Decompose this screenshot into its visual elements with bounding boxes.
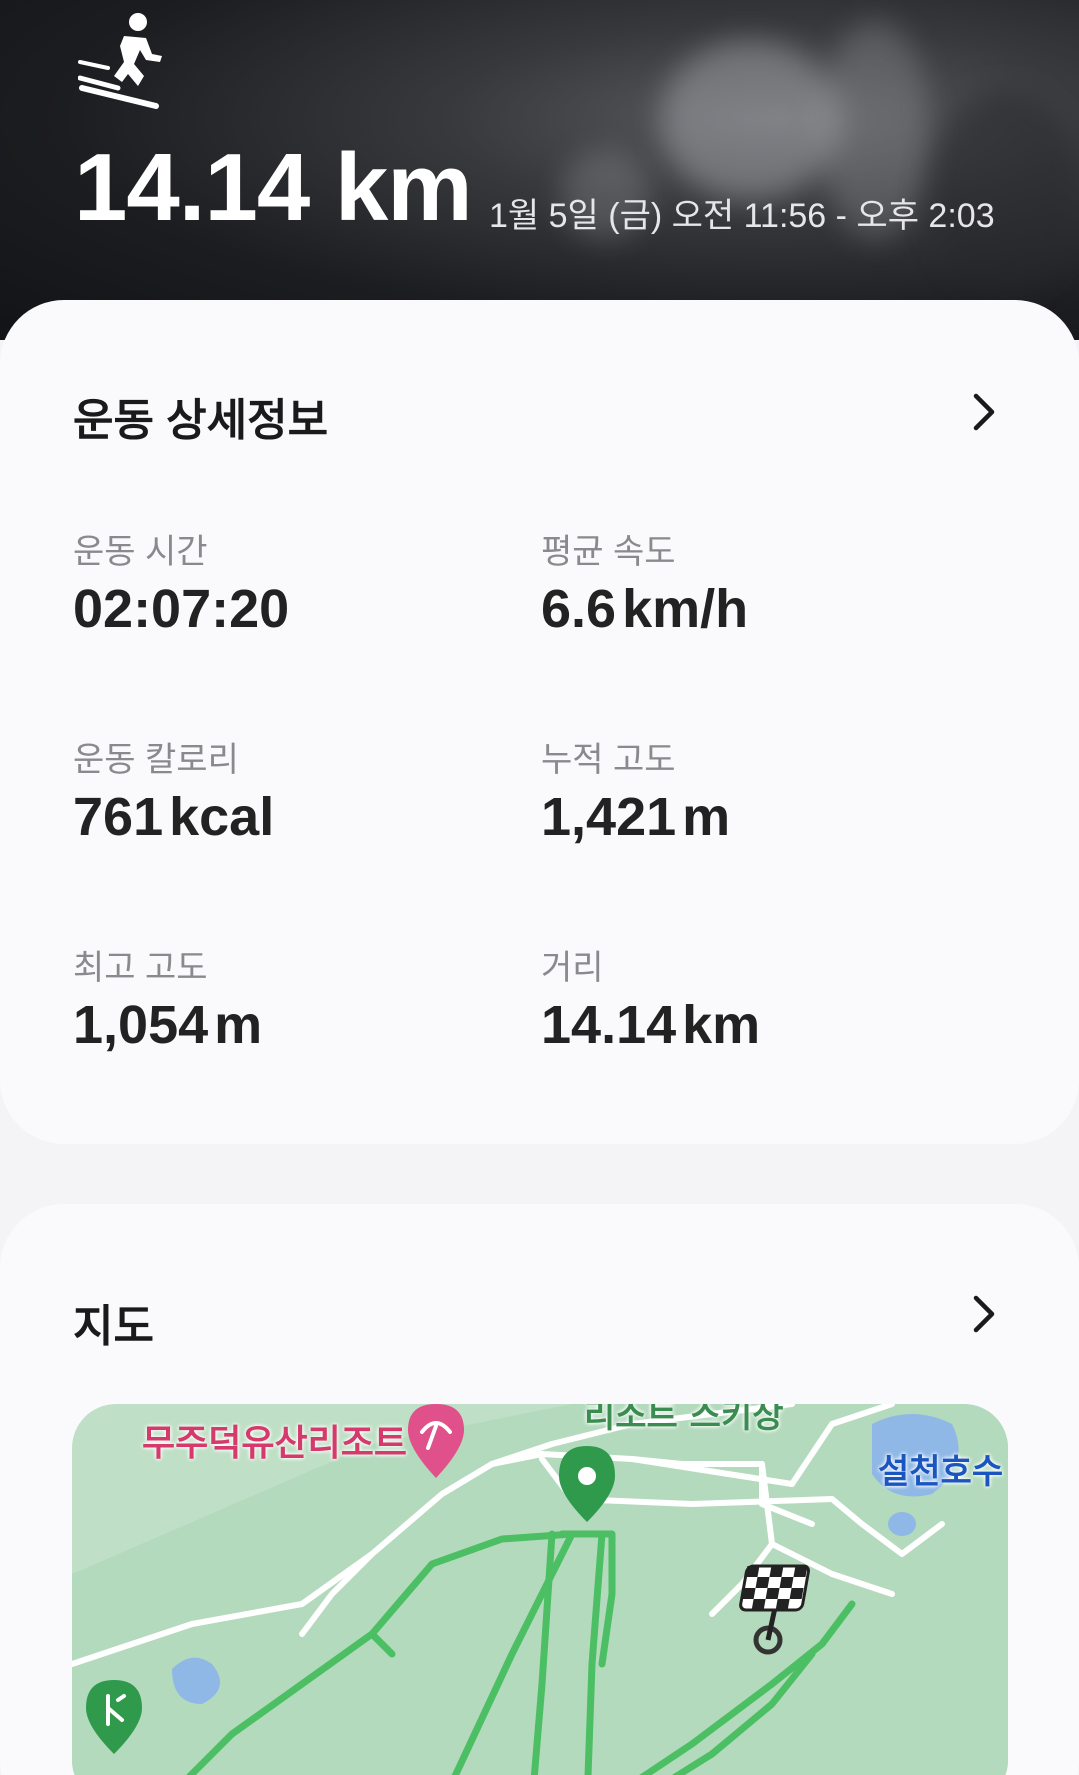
bokeh-light <box>660 40 840 200</box>
map-label-resort: 무주덕유산리조트 <box>142 1423 407 1464</box>
stat-label-calories: 운동 칼로리 <box>73 741 239 779</box>
workout-detail-screen: 14.14 km 1월 5일 (금) 오전 11:56 - 오후 2:03 운동… <box>0 0 1079 1775</box>
workout-detail-title[interactable]: 운동 상세정보 <box>73 384 328 448</box>
stat-value-duration: 02:07:20 <box>73 579 290 639</box>
stat-value-calories: 761 kcal <box>73 787 275 847</box>
stat-label-distance: 거리 <box>541 949 604 987</box>
stat-label-duration: 운동 시간 <box>73 533 208 571</box>
chevron-right-icon[interactable] <box>966 390 1002 434</box>
stat-label-max-altitude: 최고 고도 <box>73 949 208 987</box>
stat-value-avg-speed: 6.6 km/h <box>541 579 749 639</box>
skiing-icon <box>78 13 162 109</box>
stat-value-max-altitude: 1,054 m <box>73 995 263 1055</box>
hero-distance-unit: km <box>334 134 473 241</box>
hero-distance-value: 14.14 <box>74 134 310 241</box>
pond <box>888 1512 916 1536</box>
map-title[interactable]: 지도 <box>73 1290 154 1354</box>
workout-detail-card: 운동 상세정보 운동 시간 02:07:20 평균 속도 6.6 km/h 운동 … <box>0 300 1079 1144</box>
workout-time-range: 1월 5일 (금) 오전 11:56 - 오후 2:03 <box>489 197 995 235</box>
stat-label-elevation-gain: 누적 고도 <box>541 741 676 779</box>
stat-value-distance: 14.14 km <box>541 995 761 1055</box>
map-label-ski: 리소트 스키상 <box>584 1404 784 1436</box>
hero-distance: 14.14 km <box>74 138 473 238</box>
hero-banner: 14.14 km 1월 5일 (금) 오전 11:56 - 오후 2:03 <box>0 0 1079 340</box>
map-label-lake: 설천호수 <box>878 1452 1004 1492</box>
route-map[interactable]: 무주덕유산리조트 리소트 스키상 설천호수 <box>72 1404 1008 1775</box>
stat-value-elevation-gain: 1,421 m <box>541 787 731 847</box>
stat-label-avg-speed: 평균 속도 <box>541 533 676 571</box>
chevron-right-icon[interactable] <box>966 1292 1002 1336</box>
